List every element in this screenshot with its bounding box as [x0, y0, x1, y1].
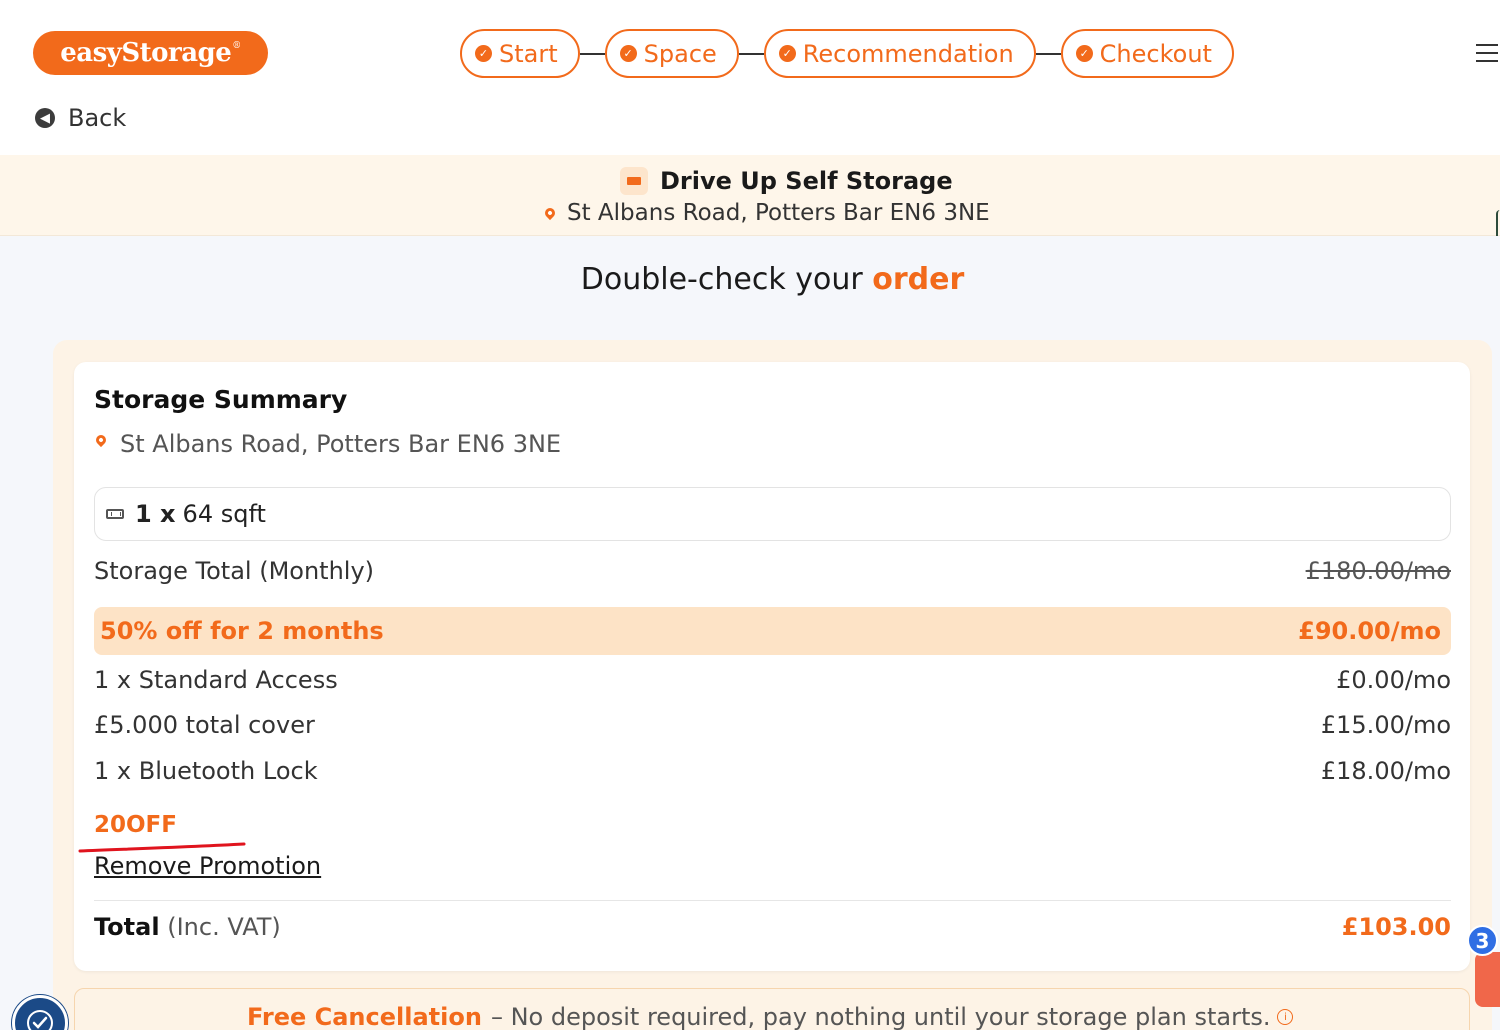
arrow-left-icon: ◀	[35, 108, 55, 128]
step-start[interactable]: ✓ Start	[460, 29, 580, 78]
page-title-highlight: order	[872, 262, 965, 297]
logo-text: easyStorage	[60, 38, 232, 68]
line-item-label: 1 x Standard Access	[94, 666, 338, 694]
location-address: St Albans Road, Potters Bar EN6 3NE	[542, 200, 990, 226]
map-pin-icon	[542, 205, 558, 221]
free-cancellation-body: – No deposit required, pay nothing until…	[490, 1003, 1271, 1030]
summary-address: St Albans Road, Potters Bar EN6 3NE	[93, 430, 562, 458]
step-connector	[579, 52, 605, 55]
location-name: Drive Up Self Storage	[620, 167, 953, 195]
line-item-price: £18.00/mo	[1320, 757, 1451, 785]
location-address-text: St Albans Road, Potters Bar EN6 3NE	[567, 200, 990, 226]
line-item-row: 1 x Bluetooth Lock £18.00/mo	[94, 757, 1451, 785]
promo-label: 50% off for 2 months	[100, 617, 384, 645]
remove-promotion-link[interactable]: Remove Promotion	[94, 852, 321, 880]
storage-unit-icon	[620, 167, 648, 195]
step-recommendation[interactable]: ✓ Recommendation	[763, 29, 1036, 78]
total-label-text: Total	[94, 913, 160, 941]
free-cancellation-text: Free Cancellation – No deposit required,…	[247, 1003, 1347, 1030]
storage-total-label: Storage Total (Monthly)	[94, 557, 375, 585]
step-label: Checkout	[1099, 39, 1212, 68]
total-vat-note: (Inc. VAT)	[167, 913, 281, 941]
unit-size: 64 sqft	[182, 500, 266, 528]
step-label: Start	[499, 39, 558, 68]
unit-size-box: 1 x 64 sqft	[94, 487, 1451, 541]
step-connector	[738, 52, 764, 55]
page-title: Double-check your order	[0, 262, 1500, 297]
promo-code: 20OFF	[94, 812, 177, 838]
location-banner: Drive Up Self Storage St Albans Road, Po…	[0, 155, 1500, 236]
step-label: Recommendation	[802, 39, 1014, 68]
storage-total-row: Storage Total (Monthly) £180.00/mo	[94, 557, 1451, 585]
step-connector	[1035, 52, 1061, 55]
check-icon: ✓	[475, 45, 492, 62]
easystorage-logo[interactable]: easyStorage ®	[33, 31, 268, 75]
page-title-prefix: Double-check your	[580, 262, 863, 297]
unit-quantity: 1 x	[135, 500, 176, 528]
line-item-label: 1 x Bluetooth Lock	[94, 757, 318, 785]
chat-widget-tab[interactable]	[1475, 952, 1500, 1007]
line-item-price: £0.00/mo	[1336, 666, 1451, 694]
promo-price: £90.00/mo	[1298, 617, 1441, 645]
check-icon: ✓	[778, 45, 796, 62]
line-item-label: £5.000 total cover	[94, 711, 315, 739]
promo-discount-row: 50% off for 2 months £90.00/mo	[94, 607, 1451, 655]
storage-summary-title: Storage Summary	[94, 385, 348, 414]
step-label: Space	[643, 39, 717, 68]
storage-total-original-price: £180.00/mo	[1305, 557, 1451, 585]
map-pin-icon	[93, 432, 109, 448]
storage-unit-icon	[106, 509, 124, 519]
checkout-stepper: ✓ Start ✓ Space ✓ Recommendation ✓ Check…	[460, 29, 1234, 78]
back-button[interactable]: ◀ Back	[35, 104, 126, 132]
step-space[interactable]: ✓ Space	[604, 29, 739, 78]
divider	[94, 900, 1451, 901]
summary-address-text: St Albans Road, Potters Bar EN6 3NE	[120, 430, 562, 458]
line-item-row: 1 x Standard Access £0.00/mo	[94, 666, 1451, 694]
location-name-text: Drive Up Self Storage	[660, 167, 953, 195]
chat-notification-badge[interactable]: 3	[1467, 925, 1498, 956]
hamburger-icon[interactable]	[1476, 44, 1498, 62]
back-label: Back	[68, 104, 127, 132]
check-icon: ✓	[619, 45, 637, 62]
free-cancellation-title: Free Cancellation	[247, 1003, 482, 1030]
registered-mark: ®	[232, 41, 241, 51]
total-price: £103.00	[1341, 913, 1451, 941]
info-icon[interactable]: i	[1277, 1009, 1294, 1025]
check-icon: ✓	[1075, 45, 1093, 62]
line-item-price: £15.00/mo	[1320, 711, 1451, 739]
total-label: Total (Inc. VAT)	[94, 913, 281, 941]
step-checkout[interactable]: ✓ Checkout	[1060, 29, 1234, 78]
line-item-row: £5.000 total cover £15.00/mo	[94, 711, 1451, 739]
